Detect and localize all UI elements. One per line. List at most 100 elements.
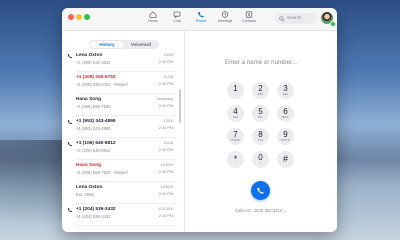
dial-key-letters: ABC [257,93,264,96]
outgoing-call-icon [67,120,73,125]
home-icon [149,11,157,18]
phone-icon [257,187,264,194]
title-bar: Home Chat Phone Meetings Contacts Search [62,8,337,31]
call-history-row[interactable]: +1 (106) 640-8812 +1 (106) 640-8812 12/18 2… [62,140,183,160]
call-history-row[interactable]: +1 (204) 536-3432 +1 (204) 536-3432 12/13/… [62,206,183,226]
outgoing-call-icon [67,142,73,147]
dial-key-digit: 9 [283,130,288,139]
outgoing-call-icon [67,208,73,213]
caller-name: Hana Song [76,97,102,102]
dial-key-letters: MNO [282,116,289,119]
tab-voicemail[interactable]: Voicemail [124,41,158,48]
call-date: 12/9/19 [160,163,173,167]
chat-icon [173,11,181,18]
caller-id-selector[interactable]: Caller ID: (223) 252-2219 ⌄ [185,208,337,213]
dial-key-digit: 7 [233,130,238,139]
call-date: 12/18 [163,141,173,145]
dial-key-8[interactable]: 8 TUV [252,128,269,145]
tab-phone-label: Phone [195,19,207,23]
caller-name: +1 (106) 640-8812 [76,141,116,146]
call-date: Yesterday [156,97,173,101]
tab-home[interactable]: Home [140,11,166,29]
call-history-row[interactable]: +1 (953) 343-4895 +1 (953) 343-4895 12/10 2… [62,118,183,138]
dial-key-digit: 3 [283,84,288,93]
caller-name: Hana Song [76,163,102,168]
dial-key-digit: 6 [283,107,288,116]
caller-name: +1 (204) 536-3432 [76,207,116,212]
call-button[interactable] [251,181,270,200]
call-time: 2:34 PM [158,126,173,130]
tab-phone[interactable]: Phone [188,11,214,29]
dial-key-digit: 0 [258,153,263,162]
caller-name: +1 (408) 345-6753 [76,75,116,80]
call-date: 12/13/19 [158,207,173,211]
dial-key-3[interactable]: 3 DEF [277,82,294,99]
row-divider [76,159,177,160]
call-date: 11/18 [163,75,173,79]
app-window: Home Chat Phone Meetings Contacts Search… [62,8,337,232]
scrollbar[interactable] [179,89,181,123]
call-history-pane: History Voicemail Lena Oxton +1 (206) 232… [62,31,185,232]
dial-key-2[interactable]: 2 ABC [252,82,269,99]
dial-key-digit: 5 [258,107,263,116]
caller-name: Lena Oxton [76,185,103,190]
call-time: 2:34 PM [158,148,173,152]
zoom-window-button[interactable] [84,14,90,20]
dial-key-6[interactable]: 6 MNO [277,105,294,122]
dial-key-digit: 4 [233,107,238,116]
call-time: 2:34 PM [158,104,173,108]
caller-number: +1 (206) 232-3232 [76,60,111,65]
call-date: 12/22 [163,53,173,57]
tab-meetings[interactable]: Meetings [212,11,238,29]
dial-key-letters: GHI [232,116,239,119]
tab-contacts[interactable]: Contacts [236,11,262,29]
dial-key-9[interactable]: 9 WXYZ [277,128,294,145]
phone-icon [198,12,204,18]
dial-key-digit: 1 [233,84,238,93]
call-history-row[interactable]: +1 (408) 345-6753 +1 (408) 345-6753 · Mis… [62,74,183,94]
tab-chat[interactable]: Chat [164,11,190,29]
dial-number-input[interactable]: Enter a name or number... [201,59,321,71]
call-history-row[interactable]: Lena Oxton Ext. 2846 12/5/19 2:34 PM [62,184,183,204]
search-input[interactable]: Search [275,13,317,24]
caller-number: +1 (408) 568-7530 · Missed [76,170,128,175]
dial-key-1[interactable]: 1 [227,82,244,99]
call-history-row[interactable]: Lena Oxton +1 (206) 232-3232 12/22 2:34 PM [62,52,183,72]
dial-key-digit: 8 [258,130,263,139]
dial-key-letters: JKL [257,116,264,119]
dial-key-letters: TUV [257,139,264,142]
row-divider [76,181,177,182]
call-history-row[interactable]: Hana Song +1 (408) 568-7530 · Missed 12/9/… [62,162,183,182]
call-history-row[interactable]: Hana Song +1 (408) 568-7530 Yesterday 2:34 … [62,96,183,116]
dial-key-letters: PQRS [231,139,240,142]
row-divider [76,93,177,94]
tab-chat-label: Chat [173,19,181,23]
caller-number: +1 (953) 343-4895 [76,126,111,131]
dial-key-7[interactable]: 7 PQRS [227,128,244,145]
dial-key-letters: WXYZ [281,139,290,142]
contacts-icon [245,11,253,18]
minimize-window-button[interactable] [76,14,82,20]
dial-key-hash[interactable]: # [277,151,294,168]
call-date: 12/10 [163,119,173,123]
dial-key-star[interactable]: * [227,151,244,168]
search-icon [279,15,285,22]
caller-name: Lena Oxton [76,53,103,58]
dial-key-digit: # [282,154,288,164]
call-time: 2:34 PM [158,60,173,64]
caller-number: Ext. 2846 [76,192,94,197]
caller-name: +1 (953) 343-4895 [76,119,116,124]
tab-history[interactable]: History [90,41,124,48]
caller-number: +1 (204) 536-3432 [76,214,111,219]
tab-meetings-label: Meetings [217,19,233,23]
call-time: 2:34 PM [158,170,173,174]
dial-key-5[interactable]: 5 JKL [252,105,269,122]
caller-number: +1 (408) 568-7530 [76,104,111,109]
clock-icon [221,11,229,18]
dial-key-0[interactable]: 0 + [252,151,269,168]
close-window-button[interactable] [68,14,74,20]
dial-key-digit: 2 [258,84,263,93]
call-time: 2:34 PM [158,214,173,218]
row-divider [76,137,177,138]
dial-key-4[interactable]: 4 GHI [227,105,244,122]
